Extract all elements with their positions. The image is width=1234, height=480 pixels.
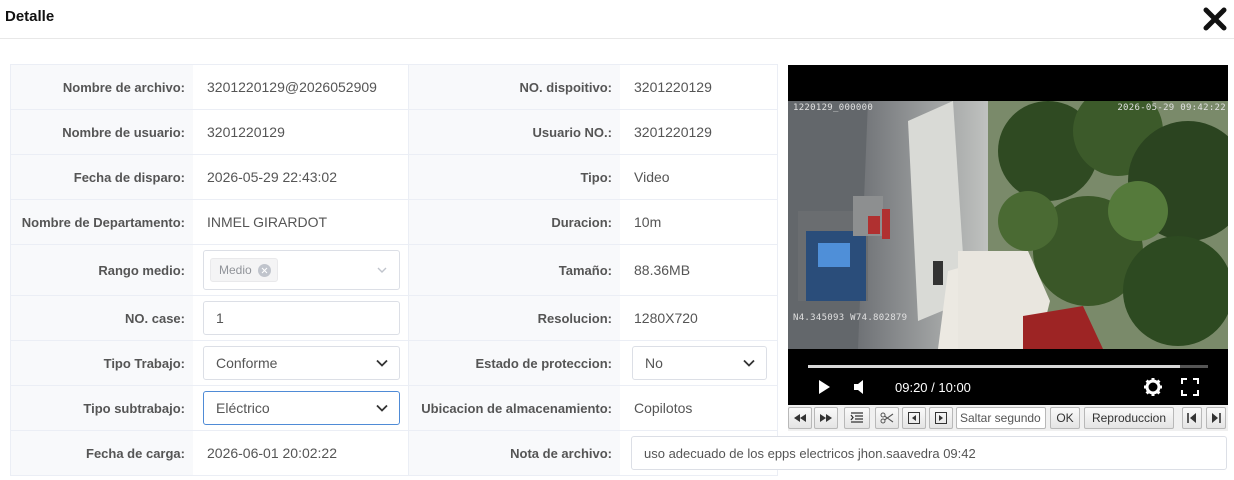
- chevron-down-icon: [377, 267, 387, 273]
- usuario-no-label: Usuario NO.:: [409, 110, 620, 154]
- prev-frame-button[interactable]: [902, 407, 926, 429]
- table-row: Fecha de disparo: 2026-05-29 22:43:02 Ti…: [11, 155, 777, 200]
- resolucion-value: 1280X720: [620, 296, 777, 340]
- fast-forward-icon: [820, 414, 832, 422]
- no-case-label: NO. case:: [11, 296, 193, 340]
- departamento-label: Nombre de Departamento:: [11, 200, 193, 244]
- clip-button[interactable]: [875, 407, 899, 429]
- no-case-cell: 1: [193, 296, 409, 340]
- no-dispositivo-label: NO. dispoitivo:: [409, 65, 620, 109]
- table-row: Nombre de Departamento: INMEL GIRARDOT D…: [11, 200, 777, 245]
- rango-medio-cell: Medio: [193, 245, 409, 295]
- volume-button[interactable]: [852, 375, 868, 399]
- tamano-label: Tamaño:: [409, 245, 620, 295]
- list-icon: [850, 412, 863, 423]
- progress-bar[interactable]: [808, 365, 1208, 368]
- detail-table: Nombre de archivo: 3201220129@2026052909…: [10, 64, 778, 476]
- nota-archivo-input[interactable]: uso adecuado de los epps electricos jhon…: [631, 436, 1227, 470]
- nombre-usuario-label: Nombre de usuario:: [11, 110, 193, 154]
- player-toolbar: Saltar segundo OK Reproduccion: [788, 405, 1228, 431]
- tag-remove-icon[interactable]: [257, 263, 271, 277]
- tipo-subtrabajo-cell: Eléctrico: [193, 386, 409, 430]
- estado-proteccion-select[interactable]: No: [632, 346, 767, 380]
- estado-proteccion-value: No: [645, 355, 663, 371]
- usuario-no-value: 3201220129: [620, 110, 777, 154]
- tipo-label: Tipo:: [409, 155, 620, 199]
- rewind-button[interactable]: [788, 407, 812, 429]
- resolucion-label: Resolucion:: [409, 296, 620, 340]
- last-button[interactable]: [1206, 407, 1226, 429]
- chevron-down-icon: [376, 359, 388, 367]
- volume-icon: [854, 380, 863, 394]
- chevron-down-icon: [743, 359, 755, 367]
- video-player[interactable]: 1220129_000000 2026-05-29 09:42:22 N4.34…: [788, 65, 1228, 405]
- rewind-icon: [794, 414, 806, 422]
- ubicacion-value: Copilotos: [620, 386, 777, 430]
- nombre-archivo-label: Nombre de archivo:: [11, 65, 193, 109]
- playback-button[interactable]: Reproduccion: [1084, 407, 1174, 429]
- estado-proteccion-label: Estado de proteccion:: [409, 341, 620, 385]
- video-scene-image: [788, 101, 1228, 349]
- fast-forward-button[interactable]: [814, 407, 838, 429]
- dialog-header: Detalle: [0, 0, 1234, 39]
- tipo-trabajo-value: Conforme: [216, 355, 278, 371]
- scissors-icon: [880, 412, 894, 424]
- first-button[interactable]: [1182, 407, 1202, 429]
- rango-medio-tag: Medio: [210, 258, 278, 282]
- prev-frame-icon: [908, 412, 920, 424]
- table-row: Rango medio: Medio Tamaño: 88.36MB: [11, 245, 777, 296]
- fecha-disparo-label: Fecha de disparo:: [11, 155, 193, 199]
- nombre-usuario-value: 3201220129: [193, 110, 409, 154]
- chevron-down-icon: [376, 404, 388, 412]
- tamano-value: 88.36MB: [620, 245, 777, 295]
- fullscreen-icon: [1181, 378, 1199, 396]
- osd-top-left: 1220129_000000: [793, 103, 874, 113]
- skip-end-icon: [1212, 413, 1221, 423]
- ok-button[interactable]: OK: [1050, 407, 1080, 429]
- seek-seconds-input[interactable]: Saltar segundo: [956, 407, 1046, 429]
- departamento-value: INMEL GIRARDOT: [193, 200, 409, 244]
- tipo-subtrabajo-select[interactable]: Eléctrico: [203, 391, 400, 425]
- table-row: Nombre de usuario: 3201220129 Usuario NO…: [11, 110, 777, 155]
- table-row: NO. case: 1 Resolucion: 1280X720: [11, 296, 777, 341]
- rango-medio-select[interactable]: Medio: [203, 250, 400, 290]
- table-row: Tipo subtrabajo: Eléctrico Ubicacion de …: [11, 386, 777, 431]
- time-display: 09:20 / 10:00: [895, 379, 971, 395]
- close-icon: [1203, 7, 1227, 31]
- no-case-input[interactable]: 1: [203, 301, 400, 335]
- fecha-disparo-value: 2026-05-29 22:43:02: [193, 155, 409, 199]
- tipo-trabajo-label: Tipo Trabajo:: [11, 341, 193, 385]
- next-frame-button[interactable]: [929, 407, 953, 429]
- play-button[interactable]: [816, 375, 832, 399]
- ubicacion-label: Ubicacion de almacenamiento:: [409, 386, 620, 430]
- nota-archivo-wrap: uso adecuado de los epps electricos jhon…: [10, 436, 1234, 473]
- rango-medio-tag-label: Medio: [219, 263, 252, 277]
- skip-start-icon: [1187, 413, 1196, 423]
- play-icon: [819, 380, 830, 394]
- nombre-archivo-value: 3201220129@2026052909: [193, 65, 409, 109]
- osd-timestamp: 2026-05-29 09:42:22: [1117, 103, 1226, 113]
- tipo-value: Video: [620, 155, 777, 199]
- table-row: Nombre de archivo: 3201220129@2026052909…: [11, 65, 777, 110]
- next-frame-icon: [935, 412, 947, 424]
- osd-gps: N4.345093 W74.802879: [793, 313, 908, 323]
- tipo-subtrabajo-value: Eléctrico: [216, 400, 270, 416]
- estado-proteccion-cell: No: [620, 341, 777, 385]
- rango-medio-label: Rango medio:: [11, 245, 193, 295]
- fullscreen-button[interactable]: [1180, 375, 1200, 399]
- tipo-trabajo-select[interactable]: Conforme: [203, 346, 400, 380]
- tipo-subtrabajo-label: Tipo subtrabajo:: [11, 386, 193, 430]
- progress-fill: [808, 365, 1180, 368]
- duracion-value: 10m: [620, 200, 777, 244]
- list-button[interactable]: [844, 407, 870, 429]
- dialog-title: Detalle: [5, 8, 55, 25]
- gear-icon: [1144, 378, 1162, 396]
- duracion-label: Duracion:: [409, 200, 620, 244]
- tipo-trabajo-cell: Conforme: [193, 341, 409, 385]
- table-row: Tipo Trabajo: Conforme Estado de protecc…: [11, 341, 777, 386]
- close-button[interactable]: [1202, 6, 1228, 32]
- no-dispositivo-value: 3201220129: [620, 65, 777, 109]
- video-frame[interactable]: 1220129_000000 2026-05-29 09:42:22 N4.34…: [788, 101, 1228, 349]
- settings-button[interactable]: [1143, 375, 1163, 399]
